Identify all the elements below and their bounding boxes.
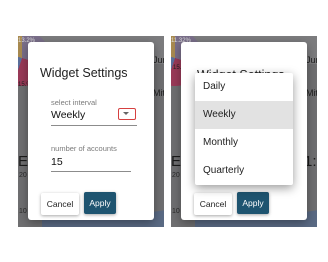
cancel-button[interactable]: Cancel	[194, 193, 232, 215]
menu-item-label: Quarterly	[203, 165, 245, 176]
bg-axis-number: 10	[172, 208, 180, 215]
interval-dropdown-button[interactable]	[118, 108, 136, 120]
menu-item-label: Monthly	[203, 137, 239, 148]
accounts-label: number of accounts	[51, 144, 117, 153]
interval-label: select interval	[51, 98, 97, 107]
bg-small-number: 20	[172, 172, 180, 179]
bg-row-label-1: Jun	[306, 55, 317, 65]
dialog-title: Widget Settings	[40, 66, 128, 80]
bg-axis-number: 10	[19, 208, 27, 215]
widget-settings-dialog: Widget Settings select interval Weekly n…	[28, 42, 154, 220]
bg-big-letter: E	[18, 153, 29, 170]
menu-item-monthly[interactable]: Monthly	[195, 129, 293, 157]
left-screenshot-panel: 13.2% 15.% Jun Mitc E 20 10 Widget Setti…	[18, 36, 164, 227]
menu-item-label: Weekly	[203, 109, 236, 120]
interval-value[interactable]: Weekly	[51, 109, 85, 121]
bg-small-number: 20	[19, 172, 27, 179]
menu-item-weekly[interactable]: Weekly	[195, 101, 293, 129]
chevron-down-icon	[123, 112, 129, 115]
accounts-input[interactable]: 15	[51, 156, 63, 168]
accounts-underline	[51, 171, 131, 172]
bg-big-letter: E	[171, 153, 182, 170]
interval-underline	[51, 125, 137, 126]
bg-row-label-2: Mitc	[153, 88, 164, 98]
cancel-button[interactable]: Cancel	[41, 193, 79, 215]
right-screenshot-panel: 11.32% 15. Jun Mitc E 1: 20 10 Widget Se…	[171, 36, 317, 227]
menu-item-daily[interactable]: Daily	[195, 73, 293, 101]
interval-dropdown-menu: Daily Weekly Monthly Quarterly	[195, 73, 293, 185]
apply-button[interactable]: Apply	[237, 192, 269, 214]
apply-button[interactable]: Apply	[84, 192, 116, 214]
menu-item-quarterly[interactable]: Quarterly	[195, 157, 293, 185]
bg-row-label-1: Jun	[153, 55, 164, 65]
menu-item-label: Daily	[203, 81, 226, 92]
bg-row-label-2: Mitc	[306, 88, 317, 98]
